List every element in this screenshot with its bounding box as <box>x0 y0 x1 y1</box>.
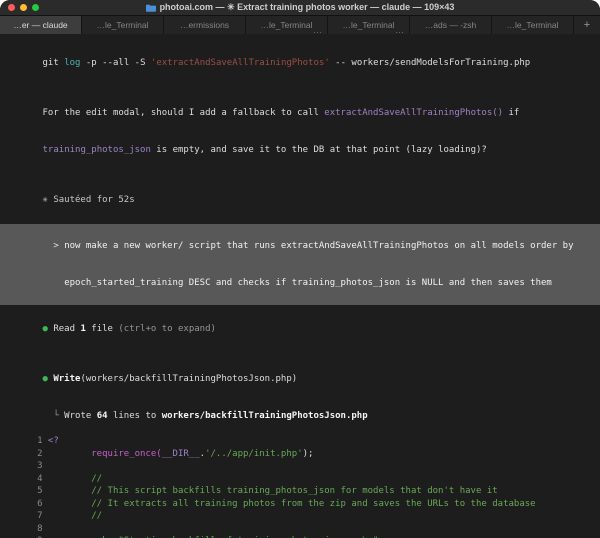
question-text: is empty, and save it to the DB at that … <box>151 145 487 155</box>
git-search-string: 'extractAndSaveAllTrainingPhotos' <box>151 58 330 68</box>
wrote-text: lines to <box>108 411 162 421</box>
read-status-line: ●Read 1 file (ctrl+o to expand) <box>10 310 590 348</box>
code-line-7: 7 // <box>10 510 590 523</box>
new-tab-button[interactable]: + <box>574 16 600 34</box>
tab-label: …le_Terminal <box>261 20 313 30</box>
expand-hint: (ctrl+o to expand) <box>118 324 216 334</box>
code-text: <? <box>48 435 59 448</box>
close-button[interactable] <box>8 4 15 11</box>
titlebar[interactable]: photoai.com — ✳ Extract training photos … <box>0 0 600 16</box>
user-message-block: > now make a new worker/ script that runs… <box>0 224 600 305</box>
spinner-text: Sautéed for 52s <box>53 195 134 205</box>
code-line-3: 3 <box>10 460 590 473</box>
tab-label: …le_Terminal <box>343 20 395 30</box>
git-subcommand: log <box>64 58 80 68</box>
git-command-line: git log -p --all -S 'extractAndSaveAllTr… <box>10 44 590 82</box>
window-title: photoai.com — ✳ Extract training photos … <box>146 2 455 13</box>
php-open-tag: <? <box>48 436 59 446</box>
php-comment: // <box>91 473 102 486</box>
tab-zsh[interactable]: …ads — -zsh <box>410 16 491 34</box>
code-reference: extractAndSaveAllTrainingPhotos() <box>324 108 503 118</box>
minimize-button[interactable] <box>20 4 27 11</box>
tab-label: …er — claude <box>13 20 67 30</box>
code-line-2: 2 require_once(__DIR__.'/../app/init.php… <box>10 448 590 461</box>
tab-label: …le_Terminal <box>507 20 559 30</box>
code-reference: training_photos_json <box>43 145 151 155</box>
line-number: 3 <box>10 460 43 473</box>
wrote-result-line: └ Wrote 64 lines to workers/backfillTrai… <box>21 398 590 436</box>
tool-args: (workers/backfillTrainingPhotosJson.php) <box>80 374 297 384</box>
git-cmd: git <box>43 58 65 68</box>
code-line-6: 6 // It extracts all training photos fro… <box>10 498 590 511</box>
write-tool-line: ● Write(workers/backfillTrainingPhotosJso… <box>10 360 590 398</box>
code-line-5: 5 // This script backfills training_phot… <box>10 485 590 498</box>
folder-icon <box>146 4 156 12</box>
new-tab-label: + <box>584 19 590 31</box>
line-number: 2 <box>10 448 43 461</box>
tab-terminal-4[interactable]: …le_Terminal <box>492 16 573 34</box>
user-prompt-chevron: > <box>53 241 58 251</box>
tab-label: …ermissions <box>180 20 229 30</box>
spinner-asterisk-icon: ✳ <box>43 195 48 205</box>
read-text: file <box>86 324 119 334</box>
traffic-lights <box>8 0 39 15</box>
green-bullet-icon: ● <box>43 324 48 334</box>
question-line-1: For the edit modal, should I add a fallb… <box>10 94 590 132</box>
green-bullet-icon: ● <box>43 374 48 384</box>
tab-label: …ads — -zsh <box>425 20 477 30</box>
tab-activity-indicator: … <box>395 26 404 34</box>
code-line-1: 1 <? <box>10 435 590 448</box>
php-comment: // It extracts all training photos from … <box>91 498 535 511</box>
git-flags: -p --all -S <box>80 58 150 68</box>
user-message-line-2: epoch_started_training DESC and checks i… <box>21 265 590 303</box>
question-text: if <box>503 108 519 118</box>
php-punctuation: ); <box>303 449 314 459</box>
php-comment: // This script backfills training_photos… <box>91 485 497 498</box>
tool-name: Write <box>53 374 80 384</box>
tab-activity-indicator: … <box>313 26 322 34</box>
read-text: Read <box>53 324 80 334</box>
wrote-count: 64 <box>97 411 108 421</box>
question-text: For the edit modal, should I add a fallb… <box>43 108 325 118</box>
spinner-status-line: ✳ Sautéed for 52s <box>10 182 590 220</box>
tab-label: …le_Terminal <box>97 20 149 30</box>
code-line-8: 8 <box>10 523 590 536</box>
code-line-4: 4 // <box>10 473 590 486</box>
code-text: require_once(__DIR__.'/../app/init.php')… <box>91 448 313 461</box>
tab-terminal-2[interactable]: …le_Terminal … <box>246 16 327 34</box>
tab-permissions[interactable]: …ermissions <box>164 16 245 34</box>
line-number: 8 <box>10 523 43 536</box>
terminal-window: photoai.com — ✳ Extract training photos … <box>0 0 600 538</box>
tab-terminal-3[interactable]: …le_Terminal … <box>328 16 409 34</box>
question-line-2: training_photos_json is empty, and save … <box>10 132 590 170</box>
terminal-screen: git log -p --all -S 'extractAndSaveAllTr… <box>0 34 600 538</box>
user-message-text: now make a new worker/ script that runs … <box>64 241 573 251</box>
tab-terminal-1[interactable]: …le_Terminal <box>82 16 163 34</box>
php-keyword: require_once( <box>91 449 161 459</box>
wrote-filename: workers/backfillTrainingPhotosJson.php <box>162 411 368 421</box>
line-number: 4 <box>10 473 43 486</box>
tab-claude[interactable]: …er — claude <box>0 16 81 34</box>
line-number: 6 <box>10 498 43 511</box>
php-comment: // <box>91 510 102 523</box>
tab-bar: …er — claude …le_Terminal …ermissions …l… <box>0 16 600 34</box>
user-message-text: epoch_started_training DESC and checks i… <box>64 278 552 288</box>
line-number: 7 <box>10 510 43 523</box>
git-path: -- workers/sendModelsForTraining.php <box>330 58 530 68</box>
window-title-text: photoai.com — ✳ Extract training photos … <box>160 2 455 13</box>
php-string: '/../app/init.php' <box>205 449 303 459</box>
line-number: 1 <box>10 435 43 448</box>
php-constant: __DIR__ <box>162 449 200 459</box>
line-number: 5 <box>10 485 43 498</box>
wrote-text: Wrote <box>59 411 97 421</box>
user-message-line-1: > now make a new worker/ script that runs… <box>10 227 590 265</box>
zoom-button[interactable] <box>32 4 39 11</box>
